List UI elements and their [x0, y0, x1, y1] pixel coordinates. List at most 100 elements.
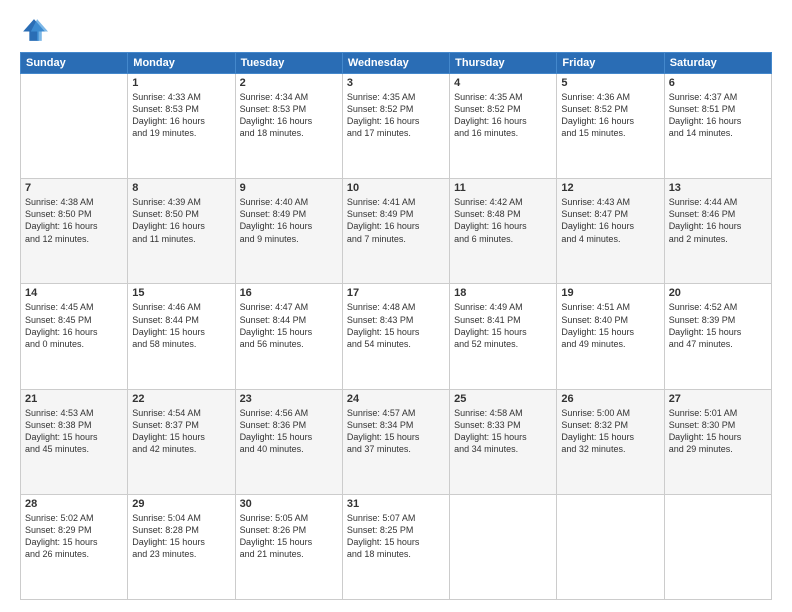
calendar-cell: 4 Sunrise: 4:35 AMSunset: 8:52 PMDaylight… [450, 74, 557, 179]
cell-content: Sunrise: 4:40 AMSunset: 8:49 PMDaylight:… [240, 196, 338, 245]
calendar-cell: 27 Sunrise: 5:01 AMSunset: 8:30 PMDayligh… [664, 389, 771, 494]
calendar-week-3: 14Sunrise: 4:45 AMSunset: 8:45 PMDayligh… [21, 284, 772, 389]
day-number: 8 [132, 182, 230, 194]
calendar-cell: 15Sunrise: 4:46 AMSunset: 8:44 PMDayligh… [128, 284, 235, 389]
calendar-week-4: 21 Sunrise: 4:53 AMSunset: 8:38 PMDayligh… [21, 389, 772, 494]
logo-icon [20, 16, 48, 44]
header [20, 16, 772, 44]
day-number: 2 [240, 77, 338, 89]
calendar-cell: 29Sunrise: 5:04 AMSunset: 8:28 PMDayligh… [128, 494, 235, 599]
calendar-cell: 18 Sunrise: 4:49 AMSunset: 8:41 PMDayligh… [450, 284, 557, 389]
day-number: 10 [347, 182, 445, 194]
day-number: 11 [454, 182, 552, 194]
cell-content: Sunrise: 4:53 AMSunset: 8:38 PMDaylight:… [25, 407, 123, 456]
calendar-cell: 9 Sunrise: 4:40 AMSunset: 8:49 PMDaylight… [235, 179, 342, 284]
calendar-header-row: SundayMondayTuesdayWednesdayThursdayFrid… [21, 53, 772, 74]
cell-content: Sunrise: 4:44 AMSunset: 8:46 PMDaylight:… [669, 196, 767, 245]
calendar-cell: 23 Sunrise: 4:56 AMSunset: 8:36 PMDayligh… [235, 389, 342, 494]
day-number: 7 [25, 182, 123, 194]
day-number: 22 [132, 393, 230, 405]
day-number: 5 [561, 77, 659, 89]
cell-content: Sunrise: 4:45 AMSunset: 8:45 PMDaylight:… [25, 301, 123, 350]
calendar-week-5: 28 Sunrise: 5:02 AMSunset: 8:29 PMDayligh… [21, 494, 772, 599]
cell-content: Sunrise: 4:41 AMSunset: 8:49 PMDaylight:… [347, 196, 445, 245]
cell-content: Sunrise: 4:35 AMSunset: 8:52 PMDaylight:… [454, 91, 552, 140]
day-number: 23 [240, 393, 338, 405]
calendar-cell [21, 74, 128, 179]
calendar-cell: 11 Sunrise: 4:42 AMSunset: 8:48 PMDayligh… [450, 179, 557, 284]
calendar-cell: 7 Sunrise: 4:38 AMSunset: 8:50 PMDaylight… [21, 179, 128, 284]
day-number: 3 [347, 77, 445, 89]
cell-content: Sunrise: 4:52 AMSunset: 8:39 PMDaylight:… [669, 301, 767, 350]
cell-content: Sunrise: 4:38 AMSunset: 8:50 PMDaylight:… [25, 196, 123, 245]
cell-content: Sunrise: 4:33 AMSunset: 8:53 PMDaylight:… [132, 91, 230, 140]
day-number: 16 [240, 287, 338, 299]
calendar-cell: 3 Sunrise: 4:35 AMSunset: 8:52 PMDaylight… [342, 74, 449, 179]
day-number: 6 [669, 77, 767, 89]
day-number: 20 [669, 287, 767, 299]
calendar-cell: 6 Sunrise: 4:37 AMSunset: 8:51 PMDaylight… [664, 74, 771, 179]
calendar-cell: 10 Sunrise: 4:41 AMSunset: 8:49 PMDayligh… [342, 179, 449, 284]
day-number: 26 [561, 393, 659, 405]
day-number: 27 [669, 393, 767, 405]
calendar-header-wednesday: Wednesday [342, 53, 449, 74]
cell-content: Sunrise: 5:02 AMSunset: 8:29 PMDaylight:… [25, 512, 123, 561]
cell-content: Sunrise: 5:01 AMSunset: 8:30 PMDaylight:… [669, 407, 767, 456]
day-number: 21 [25, 393, 123, 405]
day-number: 28 [25, 498, 123, 510]
cell-content: Sunrise: 4:47 AMSunset: 8:44 PMDaylight:… [240, 301, 338, 350]
calendar-cell: 13 Sunrise: 4:44 AMSunset: 8:46 PMDayligh… [664, 179, 771, 284]
calendar-cell: 16 Sunrise: 4:47 AMSunset: 8:44 PMDayligh… [235, 284, 342, 389]
cell-content: Sunrise: 4:51 AMSunset: 8:40 PMDaylight:… [561, 301, 659, 350]
cell-content: Sunrise: 4:49 AMSunset: 8:41 PMDaylight:… [454, 301, 552, 350]
calendar-cell [450, 494, 557, 599]
calendar-cell: 17Sunrise: 4:48 AMSunset: 8:43 PMDayligh… [342, 284, 449, 389]
calendar-cell: 28 Sunrise: 5:02 AMSunset: 8:29 PMDayligh… [21, 494, 128, 599]
cell-content: Sunrise: 4:56 AMSunset: 8:36 PMDaylight:… [240, 407, 338, 456]
calendar-cell: 24Sunrise: 4:57 AMSunset: 8:34 PMDayligh… [342, 389, 449, 494]
day-number: 19 [561, 287, 659, 299]
calendar-header-saturday: Saturday [664, 53, 771, 74]
day-number: 13 [669, 182, 767, 194]
cell-content: Sunrise: 5:00 AMSunset: 8:32 PMDaylight:… [561, 407, 659, 456]
calendar-cell [664, 494, 771, 599]
cell-content: Sunrise: 4:42 AMSunset: 8:48 PMDaylight:… [454, 196, 552, 245]
page: SundayMondayTuesdayWednesdayThursdayFrid… [0, 0, 792, 612]
calendar-cell: 21 Sunrise: 4:53 AMSunset: 8:38 PMDayligh… [21, 389, 128, 494]
day-number: 30 [240, 498, 338, 510]
calendar-header-thursday: Thursday [450, 53, 557, 74]
day-number: 1 [132, 77, 230, 89]
calendar-cell: 22Sunrise: 4:54 AMSunset: 8:37 PMDayligh… [128, 389, 235, 494]
calendar-cell: 31Sunrise: 5:07 AMSunset: 8:25 PMDayligh… [342, 494, 449, 599]
calendar-table: SundayMondayTuesdayWednesdayThursdayFrid… [20, 52, 772, 600]
calendar-cell [557, 494, 664, 599]
calendar-cell: 26 Sunrise: 5:00 AMSunset: 8:32 PMDayligh… [557, 389, 664, 494]
calendar-cell: 19 Sunrise: 4:51 AMSunset: 8:40 PMDayligh… [557, 284, 664, 389]
calendar-week-1: 1 Sunrise: 4:33 AMSunset: 8:53 PMDaylight… [21, 74, 772, 179]
cell-content: Sunrise: 4:36 AMSunset: 8:52 PMDaylight:… [561, 91, 659, 140]
calendar-cell: 20 Sunrise: 4:52 AMSunset: 8:39 PMDayligh… [664, 284, 771, 389]
cell-content: Sunrise: 5:04 AMSunset: 8:28 PMDaylight:… [132, 512, 230, 561]
day-number: 31 [347, 498, 445, 510]
calendar-header-sunday: Sunday [21, 53, 128, 74]
calendar-cell: 2Sunrise: 4:34 AMSunset: 8:53 PMDaylight… [235, 74, 342, 179]
cell-content: Sunrise: 4:35 AMSunset: 8:52 PMDaylight:… [347, 91, 445, 140]
calendar-cell: 8 Sunrise: 4:39 AMSunset: 8:50 PMDaylight… [128, 179, 235, 284]
cell-content: Sunrise: 4:37 AMSunset: 8:51 PMDaylight:… [669, 91, 767, 140]
day-number: 24 [347, 393, 445, 405]
calendar-cell: 5 Sunrise: 4:36 AMSunset: 8:52 PMDaylight… [557, 74, 664, 179]
cell-content: Sunrise: 4:48 AMSunset: 8:43 PMDaylight:… [347, 301, 445, 350]
calendar-cell: 1 Sunrise: 4:33 AMSunset: 8:53 PMDaylight… [128, 74, 235, 179]
calendar-cell: 14Sunrise: 4:45 AMSunset: 8:45 PMDayligh… [21, 284, 128, 389]
day-number: 12 [561, 182, 659, 194]
day-number: 25 [454, 393, 552, 405]
day-number: 4 [454, 77, 552, 89]
cell-content: Sunrise: 4:39 AMSunset: 8:50 PMDaylight:… [132, 196, 230, 245]
day-number: 9 [240, 182, 338, 194]
cell-content: Sunrise: 4:43 AMSunset: 8:47 PMDaylight:… [561, 196, 659, 245]
day-number: 18 [454, 287, 552, 299]
calendar-cell: 25 Sunrise: 4:58 AMSunset: 8:33 PMDayligh… [450, 389, 557, 494]
day-number: 15 [132, 287, 230, 299]
cell-content: Sunrise: 4:58 AMSunset: 8:33 PMDaylight:… [454, 407, 552, 456]
calendar-header-monday: Monday [128, 53, 235, 74]
